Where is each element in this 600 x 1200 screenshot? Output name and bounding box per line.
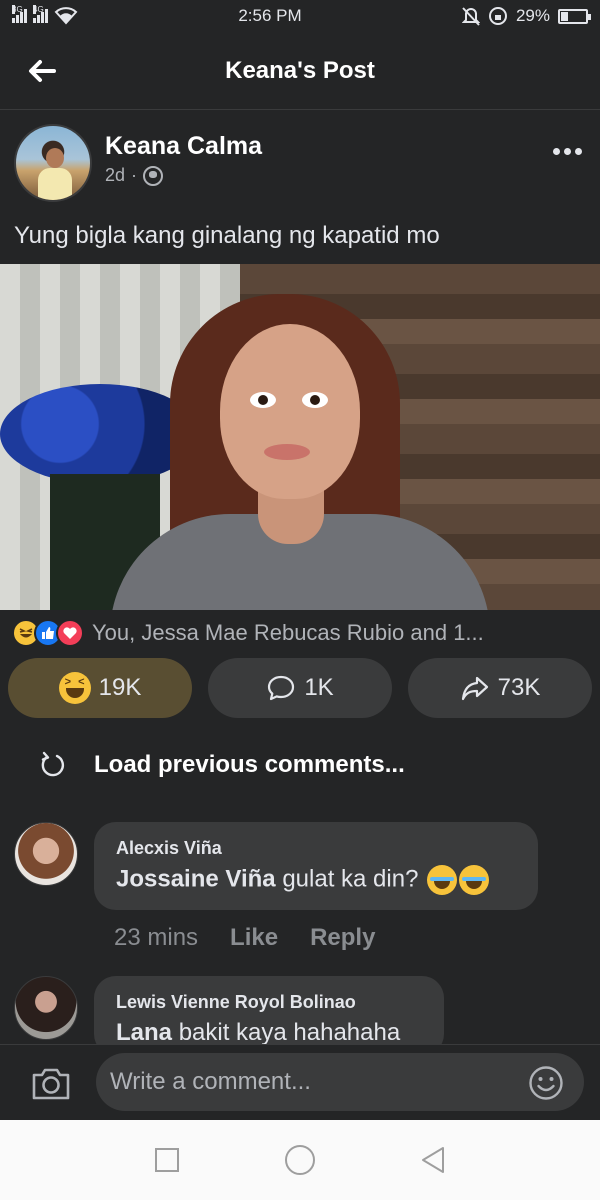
comment-mention[interactable]: Jossaine Viña — [116, 865, 276, 892]
post-header: Keana Calma 2d · — [0, 110, 600, 210]
status-right: 29% — [461, 6, 591, 26]
emoji-picker-icon[interactable] — [528, 1065, 564, 1101]
battery-icon — [558, 8, 591, 24]
more-options-icon[interactable] — [553, 148, 582, 155]
camera-icon[interactable] — [30, 1063, 72, 1103]
tears-of-joy-emoji-icon — [459, 865, 490, 895]
comment-button[interactable]: 1K — [208, 658, 392, 718]
status-bar: 3G 4G 2:56 PM 29% — [0, 0, 600, 32]
home-button[interactable] — [280, 1140, 320, 1180]
avatar-body — [38, 168, 72, 200]
comment-author[interactable]: Alecxis Viña — [116, 838, 516, 859]
triangle-back-icon — [422, 1147, 445, 1173]
share-button[interactable]: 73K — [408, 658, 592, 718]
meta-separator: · — [131, 165, 138, 185]
status-time: 2:56 PM — [238, 6, 302, 25]
load-previous-label: Load previous comments... — [94, 751, 405, 778]
avatar-face — [46, 148, 64, 168]
status-signals: 3G 4G — [12, 5, 78, 25]
share-count: 73K — [497, 674, 541, 701]
signal-icon: 3G — [12, 5, 27, 23]
reactions-summary[interactable]: You, Jessa Mae Rebucas Rubio and 1... — [12, 618, 484, 648]
comment-time: 23 mins — [114, 924, 199, 951]
app-header: Keana's Post — [0, 32, 600, 110]
mute-icon — [461, 7, 480, 26]
author-avatar[interactable] — [14, 124, 92, 202]
battery-percent: 29% — [515, 6, 550, 25]
photo-eye-right — [302, 392, 328, 408]
author-name[interactable]: Keana Calma — [105, 132, 262, 161]
reaction-count: 19K — [98, 674, 142, 701]
comment-author[interactable]: Lewis Vienne Royol Bolinao — [116, 992, 422, 1013]
photo-eye-left — [250, 392, 276, 408]
post-time[interactable]: 2d — [105, 165, 125, 186]
react-button[interactable]: 19K — [8, 658, 192, 718]
photo-person-face — [220, 324, 360, 499]
network-label-1: 3G — [12, 5, 23, 14]
system-nav-bar — [0, 1120, 600, 1200]
circle-icon — [284, 1145, 315, 1175]
load-previous-comments[interactable]: Load previous comments... — [38, 750, 405, 780]
comment-input[interactable] — [96, 1053, 584, 1111]
photo-lips — [264, 444, 310, 460]
comment-bubble[interactable]: Alecxis Viña Jossaine Viña gulat ka din? — [94, 822, 538, 910]
globe-icon — [143, 165, 164, 186]
comment-avatar[interactable] — [14, 976, 78, 1040]
reactions-text: You, Jessa Mae Rebucas Rubio and 1... — [92, 620, 484, 645]
comment-icon — [268, 675, 295, 701]
post-photo[interactable] — [0, 264, 600, 610]
comment-text: Lana bakit kaya hahahaha — [116, 1019, 422, 1047]
wifi-icon — [54, 7, 78, 25]
comment-reply-button[interactable]: Reply — [310, 924, 375, 952]
haha-icon — [58, 672, 91, 704]
post-text: Yung bigla kang ginalang ng kapatid mo — [14, 222, 440, 249]
tears-of-joy-emoji-icon — [427, 865, 458, 895]
comment-composer — [0, 1044, 600, 1120]
back-button[interactable] — [413, 1140, 453, 1180]
recent-apps-button[interactable] — [147, 1140, 187, 1180]
page-title: Keana's Post — [225, 56, 375, 84]
battery-fill — [561, 11, 568, 21]
refresh-icon — [41, 751, 65, 777]
comment-text: Jossaine Viña gulat ka din? — [116, 865, 516, 895]
post-meta: 2d · — [105, 165, 164, 186]
love-reaction-icon — [56, 619, 84, 647]
signal-icon-2: 4G — [33, 5, 48, 23]
comment-meta: 23 mins Like Reply — [114, 924, 375, 952]
back-arrow-icon[interactable] — [24, 54, 58, 88]
share-icon — [461, 676, 488, 701]
comment-like-button[interactable]: Like — [230, 924, 278, 952]
comment-avatar[interactable] — [14, 822, 78, 886]
square-icon — [154, 1148, 179, 1172]
network-label-2: 4G — [33, 5, 44, 14]
comment-count: 1K — [304, 674, 334, 701]
comment-body: gulat ka din? — [282, 865, 419, 893]
post-actions: 19K 1K 73K — [8, 658, 592, 718]
rotation-lock-icon — [488, 7, 507, 25]
comment-body: bakit kaya hahahaha — [178, 1019, 401, 1046]
comment-mention[interactable]: Lana — [116, 1019, 172, 1046]
